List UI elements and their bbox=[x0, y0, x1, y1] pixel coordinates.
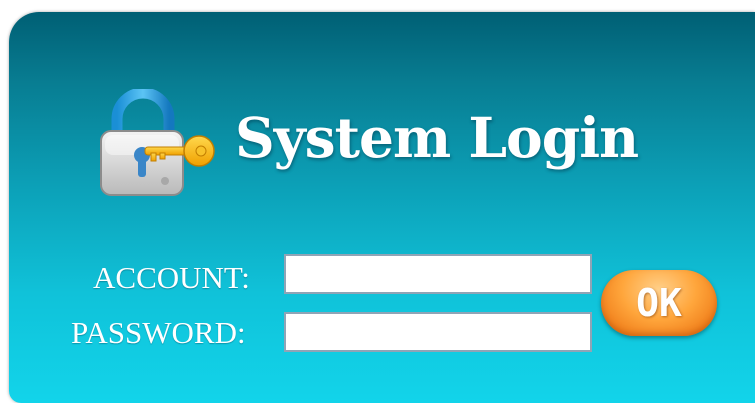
ok-button[interactable]: OK bbox=[601, 270, 717, 336]
page-title: System Login bbox=[235, 105, 639, 170]
account-field[interactable] bbox=[284, 254, 592, 294]
account-label: ACCOUNT: bbox=[93, 260, 250, 295]
login-panel: System Login ACCOUNT: PASSWORD: OK bbox=[9, 12, 755, 403]
password-field[interactable] bbox=[284, 312, 592, 352]
lock-with-key-icon bbox=[100, 89, 215, 196]
password-label: PASSWORD: bbox=[71, 315, 246, 350]
